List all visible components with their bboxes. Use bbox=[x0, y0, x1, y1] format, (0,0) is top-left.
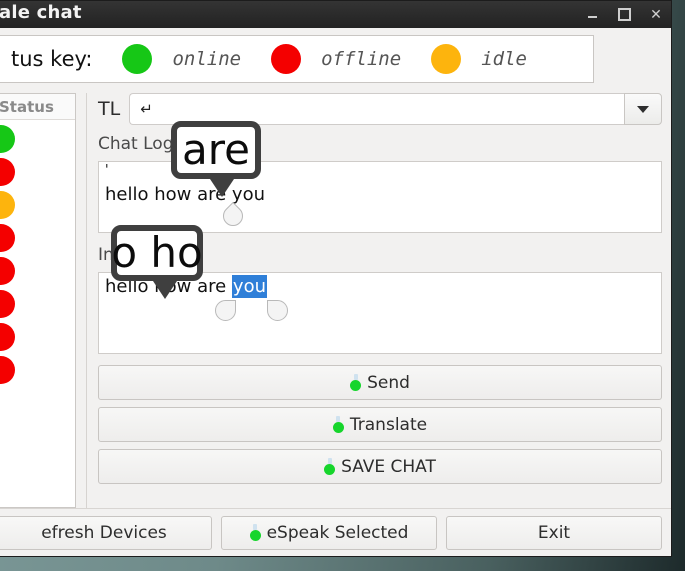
status-dot-icon bbox=[0, 322, 15, 351]
list-item[interactable] bbox=[0, 320, 75, 353]
device-list-header-status: Status bbox=[0, 97, 54, 116]
refresh-devices-label: efresh Devices bbox=[41, 522, 167, 543]
status-dot-icon bbox=[0, 289, 15, 318]
flask-icon bbox=[324, 458, 336, 475]
espeak-selected-button[interactable]: eSpeak Selected bbox=[221, 515, 437, 550]
list-item[interactable] bbox=[0, 188, 75, 221]
flask-icon bbox=[249, 524, 261, 541]
translate-button-label: Translate bbox=[349, 414, 428, 435]
status-key-label: tus key: bbox=[11, 47, 93, 71]
text-cursor-handle[interactable] bbox=[218, 201, 248, 231]
save-chat-button[interactable]: SAVE CHAT bbox=[98, 449, 662, 484]
selection-handle-end[interactable] bbox=[267, 300, 288, 321]
device-list[interactable]: Status bbox=[0, 93, 76, 508]
tl-combo-dropdown-button[interactable] bbox=[624, 93, 662, 125]
refresh-devices-button[interactable]: efresh Devices bbox=[0, 515, 212, 550]
input-text-selected: you bbox=[231, 275, 267, 298]
flask-icon bbox=[332, 416, 344, 433]
status-key-item-idle: idle bbox=[431, 44, 557, 74]
exit-label: Exit bbox=[537, 522, 571, 543]
main-content: Status TL ↵ Chat Log Visible ' hello how… bbox=[0, 83, 671, 508]
window-title: ale chat bbox=[0, 2, 82, 23]
message-input[interactable]: hello how are you bbox=[98, 272, 662, 354]
status-dot-icon bbox=[0, 355, 15, 384]
flask-icon bbox=[350, 374, 362, 391]
maximize-icon[interactable] bbox=[617, 8, 631, 22]
pane-divider bbox=[86, 93, 87, 508]
idle-dot-icon bbox=[431, 44, 462, 74]
bottom-toolbar: efresh Devices eSpeak Selected Exit bbox=[0, 508, 671, 556]
magnifier-callout-oho: o ho bbox=[111, 225, 203, 299]
status-key-item-online: online bbox=[122, 44, 271, 74]
status-dot-icon bbox=[0, 190, 15, 219]
status-key-bar: tus key: online offline idle bbox=[0, 35, 594, 83]
magnifier-callout-are: are bbox=[171, 121, 261, 197]
action-buttons: Send Translate SAVE CHAT bbox=[98, 365, 662, 491]
list-item[interactable] bbox=[0, 254, 75, 287]
chat-log-line: hello how are you bbox=[105, 184, 265, 205]
list-item[interactable] bbox=[0, 122, 75, 155]
close-icon[interactable]: ✕ bbox=[649, 8, 663, 22]
device-list-header: Status bbox=[0, 94, 75, 120]
status-key-item-offline: offline bbox=[271, 44, 431, 74]
device-list-rows bbox=[0, 120, 75, 507]
status-dot-icon bbox=[0, 256, 15, 285]
minimize-icon[interactable] bbox=[585, 8, 599, 22]
send-button-label: Send bbox=[367, 372, 410, 393]
translate-button[interactable]: Translate bbox=[98, 407, 662, 442]
status-dot-icon bbox=[0, 157, 15, 186]
tl-label: TL bbox=[98, 98, 121, 120]
callout-tail bbox=[206, 173, 238, 197]
status-key-online-label: online bbox=[172, 48, 242, 70]
magnifier-callout-oho-text: o ho bbox=[111, 228, 203, 277]
chevron-down-icon bbox=[637, 105, 649, 113]
exit-button[interactable]: Exit bbox=[446, 515, 662, 550]
online-dot-icon bbox=[122, 44, 153, 74]
callout-tail bbox=[149, 275, 181, 299]
window-body: tus key: online offline idle Status TL ↵… bbox=[0, 28, 671, 556]
list-item[interactable] bbox=[0, 353, 75, 386]
list-item[interactable] bbox=[0, 221, 75, 254]
magnifier-callout-are-text: are bbox=[182, 125, 250, 174]
window-titlebar: ale chat ✕ bbox=[0, 1, 671, 28]
status-dot-icon bbox=[0, 223, 15, 252]
application-window: ale chat ✕ tus key: online offline idle bbox=[0, 0, 672, 557]
espeak-selected-label: eSpeak Selected bbox=[266, 522, 409, 543]
save-chat-button-label: SAVE CHAT bbox=[341, 456, 436, 477]
offline-dot-icon bbox=[271, 44, 302, 74]
send-button[interactable]: Send bbox=[98, 365, 662, 400]
list-item[interactable] bbox=[0, 287, 75, 320]
window-controls: ✕ bbox=[585, 1, 663, 28]
selection-handle-start[interactable] bbox=[215, 300, 236, 321]
status-key-offline-label: offline bbox=[321, 48, 402, 70]
status-dot-icon bbox=[0, 124, 15, 153]
list-item[interactable] bbox=[0, 155, 75, 188]
status-key-idle-label: idle bbox=[481, 48, 527, 70]
